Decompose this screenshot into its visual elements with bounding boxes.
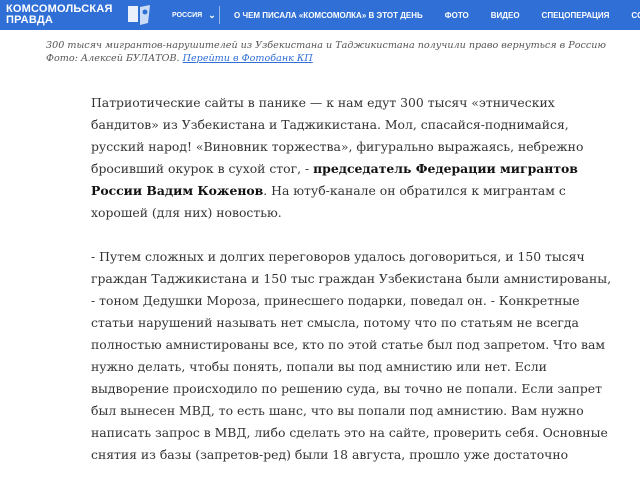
photo-credit: Фото: Алексей БУЛАТОВ.	[46, 52, 180, 64]
article-paragraph-2: - Путем сложных и долгих переговоров уда…	[91, 249, 612, 462]
photobank-link[interactable]: Перейти в Фотобанк КП	[183, 53, 313, 64]
main-nav: О чем писала «Комсомолка» в этот день Фо…	[232, 0, 640, 30]
nav-item-this-day[interactable]: О чем писала «Комсомолка» в этот день	[232, 11, 434, 20]
logo-emblem-icon	[128, 5, 150, 25]
nav-item-special-operation[interactable]: Спецоперация	[531, 11, 621, 20]
nav-item-video[interactable]: Видео	[480, 11, 531, 20]
logo-line-2: правда	[6, 14, 53, 26]
chevron-down-icon: ⌄	[208, 9, 216, 20]
top-navigation-bar: Комсомольская правда Россия ⌄ О чем писа…	[0, 0, 640, 30]
article-paragraph-1: Патриотические сайты в панике — к нам ед…	[91, 92, 611, 224]
caption-text: 300 тысяч мигрантов-нарушителей из Узбек…	[46, 40, 606, 51]
logo-text: Комсомольская правда	[6, 4, 113, 26]
nav-item-more[interactable]: Ссс	[620, 11, 640, 20]
photo-caption: 300 тысяч мигрантов-нарушителей из Узбек…	[46, 40, 636, 65]
region-selector[interactable]: Россия ⌄	[172, 0, 226, 30]
article-body: Патриотические сайты в панике — к нам ед…	[91, 92, 611, 488]
nav-item-photo[interactable]: Фото	[434, 11, 480, 20]
site-logo[interactable]: Комсомольская правда	[6, 2, 156, 28]
divider	[219, 6, 220, 24]
caption-credit-line: Фото: Алексей БУЛАТОВ. Перейти в Фотобан…	[46, 53, 636, 66]
region-label: Россия	[172, 11, 203, 19]
